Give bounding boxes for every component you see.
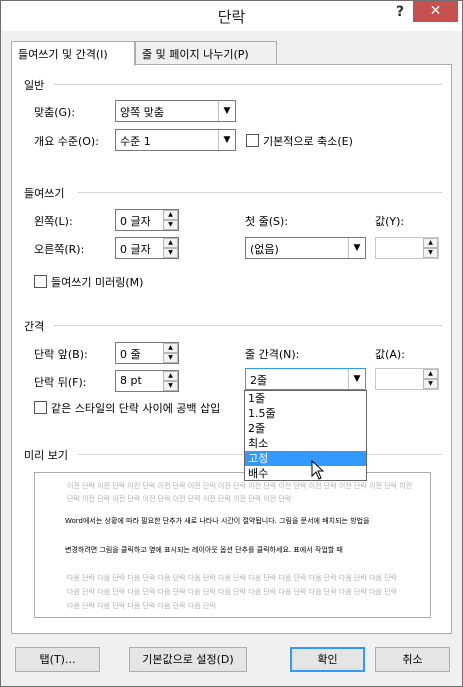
tab-panel: 일반 맞춤(G): 양쪽 맞춤 ▼ 개요 수준(O): 수준 1 ▼ 기본적으로…	[11, 64, 452, 634]
mouse-cursor-icon	[311, 460, 325, 480]
preview-heading: 미리 보기	[24, 449, 68, 462]
spin-down-icon[interactable]: ▼	[163, 381, 178, 391]
spacing-heading: 간격	[24, 320, 45, 333]
spacing-before-value: 0 줄	[120, 348, 141, 361]
spacing-before-label: 단락 앞(B):	[34, 348, 88, 361]
preview-next-line: 다음 단락 다음 단락 다음 단락 다음 단락 다음 단락 다음 단락 다음 단…	[67, 574, 398, 582]
line-spacing-label: 줄 간격(N):	[245, 348, 300, 361]
indent-right-value: 0 글자	[120, 243, 151, 256]
chevron-down-icon[interactable]: ▼	[218, 101, 235, 121]
outline-level-select[interactable]: 수준 1 ▼	[115, 129, 236, 151]
line-spacing-select[interactable]: 2줄 ▼	[245, 368, 366, 390]
indent-by-spinner[interactable]: ▲ ▼	[375, 237, 439, 259]
spin-up-icon[interactable]: ▲	[163, 371, 178, 381]
line-spacing-value: 2줄	[250, 374, 268, 387]
spin-up-icon[interactable]: ▲	[163, 238, 178, 248]
spin-up-icon[interactable]: ▲	[423, 369, 438, 379]
general-divider	[54, 84, 442, 85]
outline-level-label: 개요 수준(O):	[34, 135, 99, 148]
preview-box: 이전 단락 이전 단락 이전 단락 이전 단락 이전 단락 이전 단락 이전 단…	[34, 472, 431, 618]
indent-left-label: 왼쪽(L):	[34, 215, 73, 228]
preview-prev-line: 이전 단락 이전 단락 이전 단락 이전 단락 이전 단락 이전 단락 이전 단…	[67, 482, 413, 490]
mirror-indents-label: 들여쓰기 미러링(M)	[51, 276, 144, 289]
collapsed-label: 기본적으로 축소(E)	[263, 135, 353, 148]
preview-body-line: 변경하려면 그림을 클릭하고 옆에 표시되는 레이아웃 옵션 단추를 클릭하세요…	[65, 546, 343, 554]
spin-up-icon[interactable]: ▲	[423, 238, 438, 248]
indentation-heading: 들여쓰기	[24, 187, 65, 200]
tab-indents-spacing[interactable]: 들여쓰기 및 간격(I)	[11, 41, 135, 66]
line-spacing-option-selected[interactable]: 고정	[245, 451, 366, 466]
indent-left-value: 0 글자	[120, 215, 151, 228]
spacing-after-label: 단락 뒤(F):	[34, 376, 87, 389]
ok-button[interactable]: 확인	[290, 647, 365, 672]
indent-right-spinner[interactable]: 0 글자 ▲ ▼	[115, 237, 179, 259]
spacing-at-spinner[interactable]: ▲ ▼	[375, 368, 439, 390]
dont-add-space-label: 같은 스타일의 단락 사이에 공백 삽입	[51, 402, 221, 415]
help-icon[interactable]: ?	[393, 4, 407, 24]
chevron-down-icon[interactable]: ▼	[348, 238, 365, 258]
preview-next-line: 다음 단락 다음 단락 다음 단락 다음 단락 다음 단락 다음 단락 다음 단…	[67, 588, 398, 596]
special-indent-select[interactable]: (없음) ▼	[245, 237, 366, 259]
paragraph-dialog: 단락 ? ✕ 들여쓰기 및 간격(I) 줄 및 페이지 나누기(P) 일반 맞춤…	[0, 0, 463, 687]
spacing-before-spinner[interactable]: 0 줄 ▲ ▼	[115, 342, 179, 364]
tabs-button[interactable]: 탭(T)...	[15, 647, 100, 672]
close-icon[interactable]: ✕	[413, 1, 458, 22]
indent-left-spinner[interactable]: 0 글자 ▲ ▼	[115, 209, 179, 231]
special-indent-label: 첫 줄(S):	[245, 215, 289, 228]
spin-down-icon[interactable]: ▼	[163, 248, 178, 258]
preview-prev-line: 단락 이전 단락 이전 단락 이전 단락 이전 단락 이전 단락 이전 단락 이…	[67, 495, 292, 503]
line-spacing-option[interactable]: 1.5줄	[245, 406, 366, 421]
spacing-after-value: 8 pt	[120, 374, 142, 387]
chevron-down-icon[interactable]: ▼	[218, 130, 235, 150]
spacing-after-spinner[interactable]: 8 pt ▲ ▼	[115, 370, 179, 392]
line-spacing-dropdown: 1줄 1.5줄 2줄 최소 고정 배수	[244, 390, 367, 481]
alignment-label: 맞춤(G):	[34, 106, 76, 119]
tab-line-page-breaks[interactable]: 줄 및 페이지 나누기(P)	[135, 41, 277, 65]
spin-down-icon[interactable]: ▼	[423, 379, 438, 389]
spin-down-icon[interactable]: ▼	[163, 353, 178, 363]
indentation-divider	[78, 192, 442, 193]
line-spacing-option[interactable]: 배수	[245, 466, 366, 481]
spin-down-icon[interactable]: ▼	[423, 248, 438, 258]
special-indent-value: (없음)	[250, 243, 279, 256]
set-default-button[interactable]: 기본값으로 설정(D)	[129, 647, 247, 672]
line-spacing-option[interactable]: 2줄	[245, 421, 366, 436]
line-spacing-option[interactable]: 최소	[245, 436, 366, 451]
collapsed-checkbox[interactable]	[246, 134, 259, 147]
spin-down-icon[interactable]: ▼	[163, 220, 178, 230]
alignment-value: 양쪽 맞춤	[120, 106, 164, 119]
spin-up-icon[interactable]: ▲	[163, 343, 178, 353]
indent-right-label: 오른쪽(R):	[34, 243, 85, 256]
chevron-down-icon[interactable]: ▼	[348, 369, 365, 389]
preview-next-line: 다음 단락 다음 단락 다음 단락 다음 단락 다음 단락	[67, 602, 216, 610]
indent-by-label: 값(Y):	[375, 215, 405, 228]
dont-add-space-checkbox[interactable]	[34, 401, 47, 414]
mirror-indents-checkbox[interactable]	[34, 275, 47, 288]
cancel-button[interactable]: 취소	[375, 647, 450, 672]
alignment-select[interactable]: 양쪽 맞춤 ▼	[115, 100, 236, 122]
line-spacing-option[interactable]: 1줄	[245, 391, 366, 406]
spacing-at-label: 값(A):	[375, 348, 405, 361]
outline-level-value: 수준 1	[120, 135, 151, 148]
spacing-divider	[54, 325, 442, 326]
spin-up-icon[interactable]: ▲	[163, 210, 178, 220]
preview-body-line: Word에서는 상황에 따라 필요한 단추가 새로 나타나 시간이 절약됩니다.…	[65, 517, 370, 525]
general-heading: 일반	[24, 79, 45, 92]
title-bar: 단락 ? ✕	[1, 1, 462, 31]
